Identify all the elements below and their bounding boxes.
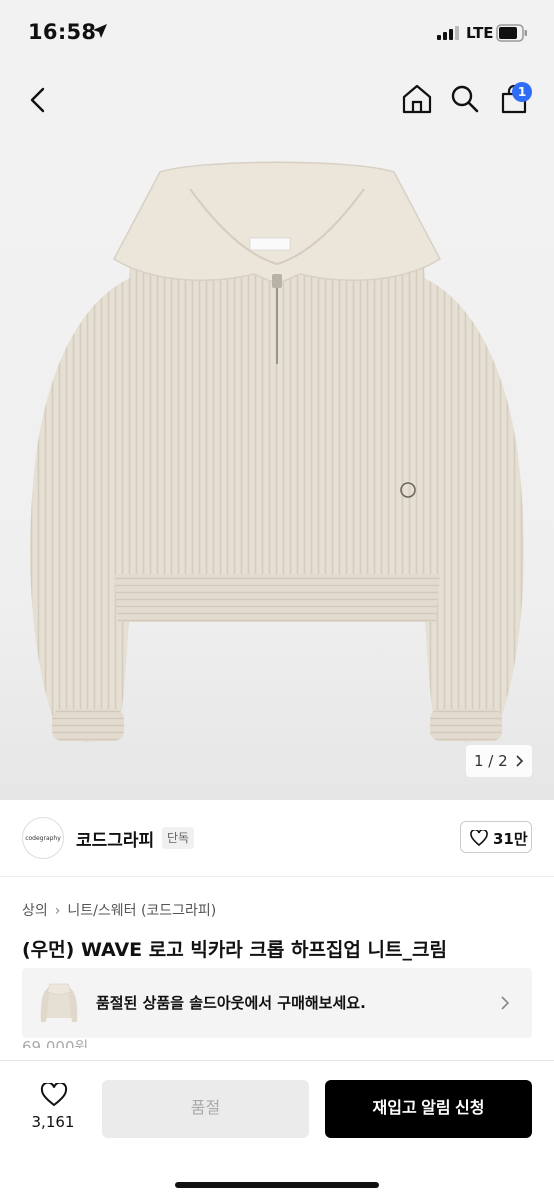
breadcrumb-subcategory[interactable]: 니트/스웨터 (코드그라피) <box>67 903 216 919</box>
restock-alert-button[interactable]: 재입고 알림 신청 <box>325 1080 532 1138</box>
status-time: 16:58 <box>28 20 97 44</box>
product-image-gallery[interactable] <box>0 134 554 800</box>
product-thumbnail <box>40 983 78 1022</box>
chevron-right-icon <box>516 755 524 767</box>
soldout-banner-text: 품절된 상품을 솔드아웃에서 구매해보세요. <box>96 994 366 1012</box>
home-indicator[interactable] <box>175 1182 379 1188</box>
brand-like-count: 31만 <box>493 830 528 848</box>
cart-count-badge: 1 <box>512 82 532 102</box>
top-nav <box>0 64 554 134</box>
wishlist-heart-icon[interactable] <box>40 1083 68 1107</box>
brand-name[interactable]: 코드그라피 <box>76 826 154 851</box>
search-icon[interactable] <box>450 84 480 114</box>
soldout-banner[interactable]: 품절된 상품을 솔드아웃에서 구매해보세요. <box>22 968 532 1038</box>
product-title: (우먼) WAVE 로고 빅카라 크롭 하프집업 니트_크림 <box>22 939 447 961</box>
breadcrumb: 상의 › 니트/스웨터 (코드그라피) <box>22 900 216 920</box>
home-icon[interactable] <box>401 83 433 115</box>
brand-logo[interactable]: codegraphy <box>22 817 64 859</box>
heart-icon <box>470 830 488 846</box>
breadcrumb-category[interactable]: 상의 <box>22 903 48 919</box>
wishlist-count: 3,161 <box>31 1113 75 1131</box>
signal-icon <box>437 26 459 40</box>
brand-logo-text: codegraphy <box>25 835 61 842</box>
sweater-product-image <box>30 161 524 742</box>
location-arrow-icon <box>93 24 107 38</box>
chevron-right-icon: › <box>54 903 61 919</box>
status-bar: 16:58 LTE <box>0 0 554 64</box>
exclusive-badge: 단독 <box>162 827 195 849</box>
pager-text: 1 / 2 <box>474 752 508 770</box>
divider <box>0 876 554 877</box>
network-label: LTE <box>466 24 494 42</box>
brand-like-button[interactable]: 31만 <box>460 821 532 853</box>
chevron-right-icon <box>501 996 510 1010</box>
back-arrow-icon[interactable] <box>28 86 48 114</box>
soldout-button: 품절 <box>102 1080 309 1138</box>
price-partial: 69,000원 <box>22 1038 89 1048</box>
battery-icon <box>496 24 527 42</box>
image-pager[interactable]: 1 / 2 <box>466 745 532 777</box>
